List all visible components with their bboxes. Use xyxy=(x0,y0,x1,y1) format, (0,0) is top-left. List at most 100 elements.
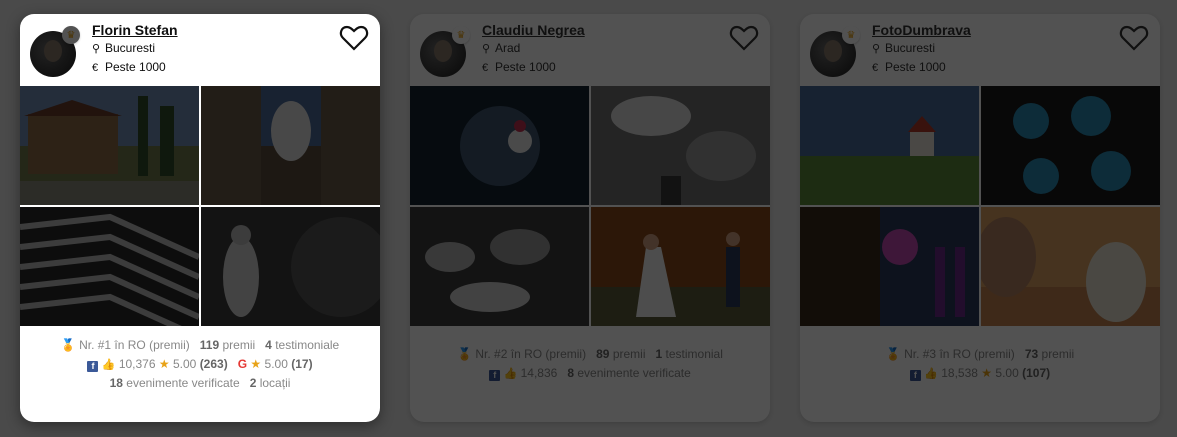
portfolio-photo[interactable] xyxy=(20,86,199,205)
euro-icon: € xyxy=(92,62,99,74)
portfolio-photo[interactable] xyxy=(410,207,589,326)
location-info: ⚲ Bucuresti xyxy=(92,41,155,55)
rank-text: Nr. #2 xyxy=(475,347,508,361)
star-icon: ★ xyxy=(158,357,170,371)
rating-row: f 👍 18,538 ★ 5.00 (107) xyxy=(800,364,1160,383)
hands-bw-photo-image xyxy=(591,86,770,205)
portfolio-photo[interactable] xyxy=(201,86,380,205)
rank-row: 🏅 Nr. #1 în RO (premii) 119 premii 4 tes… xyxy=(20,336,380,355)
rank-text: Nr. #3 xyxy=(904,347,937,361)
heart-icon[interactable] xyxy=(1118,22,1150,54)
portfolio-photo[interactable] xyxy=(981,207,1160,326)
girl-bw-photo-image xyxy=(201,207,380,326)
testimonials-count: 1 xyxy=(655,347,663,361)
portfolio-photo[interactable] xyxy=(201,207,380,326)
awards-count: 89 xyxy=(596,347,610,361)
rank-text: Nr. #1 xyxy=(79,338,112,352)
location-text: Bucuresti xyxy=(885,41,936,55)
portfolio-photo[interactable] xyxy=(800,207,979,326)
photographer-name-link[interactable]: Claudiu Negrea xyxy=(482,22,585,38)
photographer-card-claudiu-negrea[interactable]: ♛ Claudiu Negrea ⚲ Arad € Peste 1000 🏅 Nr.… xyxy=(410,14,770,422)
stairs-bw-photo-image xyxy=(20,207,199,326)
bride-steps-photo-image xyxy=(201,86,380,205)
portfolio-photo[interactable] xyxy=(591,207,770,326)
portfolio-photo[interactable] xyxy=(981,86,1160,205)
g-rating: 5.00 xyxy=(264,357,288,371)
awards-label: premii xyxy=(612,347,646,361)
location-text: Arad xyxy=(495,41,521,55)
price-info: € Peste 1000 xyxy=(482,60,556,74)
landscape-photo-image xyxy=(20,86,199,205)
fb-rating: 5.00 xyxy=(995,366,1019,380)
fb-rating: 5.00 xyxy=(172,357,197,371)
events-label: evenimente verificate xyxy=(126,376,240,390)
thumbs-up-icon: 👍 xyxy=(101,359,116,371)
lion-art-photo-image xyxy=(800,207,979,326)
card-header: ♛ FotoDumbrava ⚲ Bucuresti € Peste 1000 xyxy=(800,14,1160,86)
price-info: € Peste 1000 xyxy=(92,60,166,74)
testimonials-count: 4 xyxy=(265,338,272,352)
map-pin-icon: ⚲ xyxy=(92,43,101,55)
rank-suffix: în RO (premii) xyxy=(939,347,1015,361)
facebook-icon[interactable]: f xyxy=(87,361,99,372)
events-count: 8 xyxy=(567,366,575,380)
photographer-name-link[interactable]: FotoDumbrava xyxy=(872,22,971,38)
events-label: evenimente verificate xyxy=(577,366,691,380)
locations-label: locații xyxy=(259,376,291,390)
rating-row: f 👍 14,836 8 evenimente verificate xyxy=(410,364,770,383)
portfolio-photo[interactable] xyxy=(410,86,589,205)
map-pin-icon: ⚲ xyxy=(482,43,491,55)
price-text: Peste 1000 xyxy=(105,60,166,74)
crown-icon: ♛ xyxy=(452,26,470,44)
photo-grid[interactable] xyxy=(410,86,770,326)
events-row: 18 evenimente verificate 2 locații xyxy=(20,374,380,393)
heart-icon[interactable] xyxy=(728,22,760,54)
location-text: Bucuresti xyxy=(105,41,156,55)
location-info: ⚲ Arad xyxy=(482,41,520,55)
events-count: 18 xyxy=(109,376,123,390)
card-header: ♛ Florin Stefan ⚲ Bucuresti € Peste 1000 xyxy=(20,14,380,86)
awards-count: 119 xyxy=(199,338,220,352)
photographer-card-fotodumbrava[interactable]: ♛ FotoDumbrava ⚲ Bucuresti € Peste 1000 🏅 … xyxy=(800,14,1160,422)
water-splash-photo-image xyxy=(410,86,589,205)
price-text: Peste 1000 xyxy=(885,60,946,74)
thumbs-up-icon: 👍 xyxy=(503,368,518,380)
rating-row: f 👍 10,376 ★ 5.00 (263) G ★ 5.00 (17) xyxy=(20,355,380,374)
awards-label: premii xyxy=(1041,347,1075,361)
photo-grid[interactable] xyxy=(800,86,1160,326)
g-reviews: (17) xyxy=(291,357,313,371)
price-text: Peste 1000 xyxy=(495,60,556,74)
portfolio-photo[interactable] xyxy=(800,86,979,205)
fb-reviews: (107) xyxy=(1022,366,1051,380)
crown-icon: ♛ xyxy=(842,26,860,44)
facebook-icon[interactable]: f xyxy=(489,370,501,381)
portfolio-photo[interactable] xyxy=(20,207,199,326)
couple-autumn-photo-image xyxy=(591,207,770,326)
photo-grid[interactable] xyxy=(20,86,380,326)
heart-icon[interactable] xyxy=(338,22,370,54)
portfolio-photo[interactable] xyxy=(591,86,770,205)
fb-likes: 14,836 xyxy=(520,366,558,380)
photographer-card-florin-stefan[interactable]: ♛ Florin Stefan ⚲ Bucuresti € Peste 1000 🏅… xyxy=(20,14,380,422)
awards-count: 73 xyxy=(1024,347,1039,361)
crown-icon: ♛ xyxy=(62,26,80,44)
google-icon[interactable]: G xyxy=(238,357,247,371)
medal-icon: 🏅 xyxy=(885,347,901,361)
location-info: ⚲ Bucuresti xyxy=(872,41,935,55)
facebook-icon[interactable]: f xyxy=(909,370,921,381)
testimonials-label: testimoniale xyxy=(275,338,340,352)
thumbs-up-icon: 👍 xyxy=(924,368,938,380)
fb-likes: 10,376 xyxy=(118,357,156,371)
card-header: ♛ Claudiu Negrea ⚲ Arad € Peste 1000 xyxy=(410,14,770,86)
medal-icon: 🏅 xyxy=(457,347,473,361)
photographer-name-link[interactable]: Florin Stefan xyxy=(92,22,178,38)
rank-row: 🏅 Nr. #2 în RO (premii) 89 premii 1 test… xyxy=(410,345,770,364)
card-stats: 🏅 Nr. #1 în RO (premii) 119 premii 4 tes… xyxy=(20,336,380,393)
card-stats: 🏅 Nr. #2 în RO (premii) 89 premii 1 test… xyxy=(410,345,770,383)
rank-suffix: în RO (premii) xyxy=(114,338,190,352)
map-pin-icon: ⚲ xyxy=(872,43,881,55)
rank-suffix: în RO (premii) xyxy=(510,347,587,361)
cufflinks-photo-image xyxy=(981,86,1160,205)
medal-icon: 🏅 xyxy=(60,338,76,352)
awards-label: premii xyxy=(222,338,256,352)
